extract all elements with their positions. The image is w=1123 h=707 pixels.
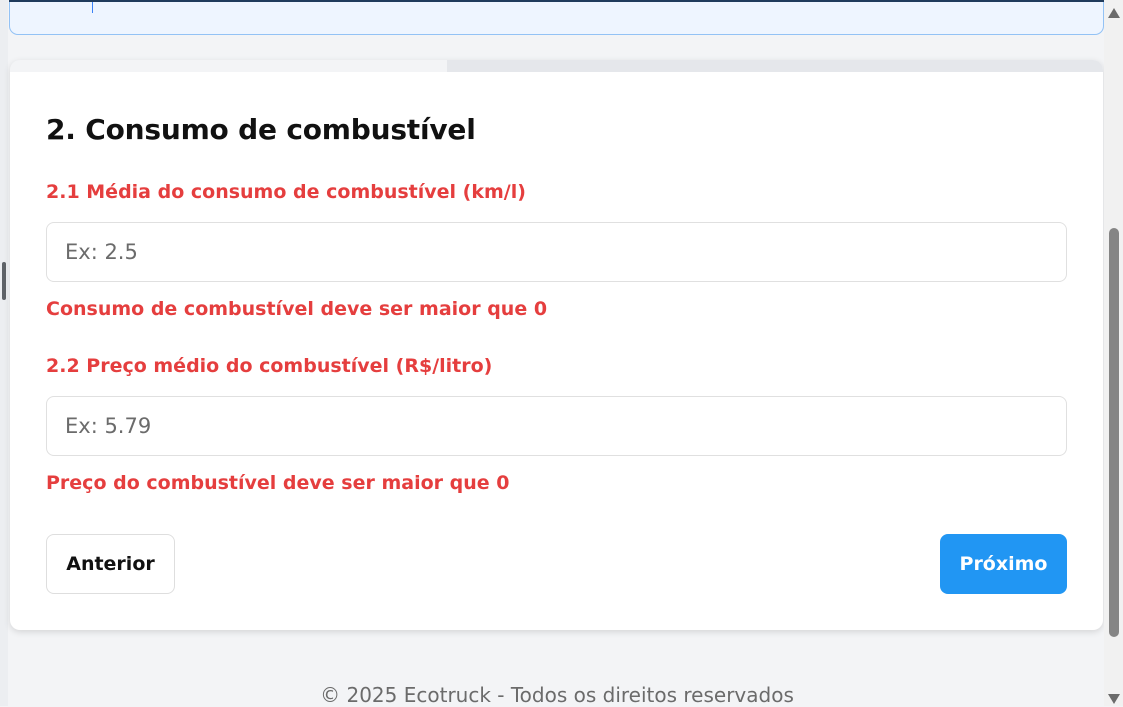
page-scrollbar[interactable] [1104, 0, 1123, 706]
fuel-price-input[interactable] [46, 396, 1067, 456]
progress-bar-fill [10, 60, 448, 72]
fuel-consumption-label: 2.1 Média do consumo de combustível (km/… [46, 181, 526, 203]
scroll-down-arrow-icon[interactable] [1108, 694, 1120, 704]
next-button[interactable]: Próximo [940, 534, 1067, 594]
progress-bar [10, 60, 1103, 72]
resize-grip[interactable] [2, 262, 6, 300]
fuel-price-label: 2.2 Preço médio do combustível (R$/litro… [46, 355, 493, 377]
window-edge [0, 0, 8, 706]
section-title: 2. Consumo de combustível [46, 113, 476, 146]
form-card: 2. Consumo de combustível 2.1 Média do c… [10, 60, 1103, 630]
footer-copyright: © 2025 Ecotruck - Todos os direitos rese… [320, 683, 794, 707]
fuel-consumption-input[interactable] [46, 222, 1067, 282]
fuel-price-error: Preço do combustível deve ser maior que … [46, 472, 510, 494]
info-banner [9, 0, 1104, 35]
text-caret [92, 1, 93, 13]
scrollbar-thumb[interactable] [1109, 228, 1119, 637]
fuel-consumption-error: Consumo de combustível deve ser maior qu… [46, 298, 548, 320]
previous-button[interactable]: Anterior [46, 534, 175, 594]
scroll-up-arrow-icon[interactable] [1108, 8, 1120, 18]
banner-top-border [9, 0, 1104, 2]
